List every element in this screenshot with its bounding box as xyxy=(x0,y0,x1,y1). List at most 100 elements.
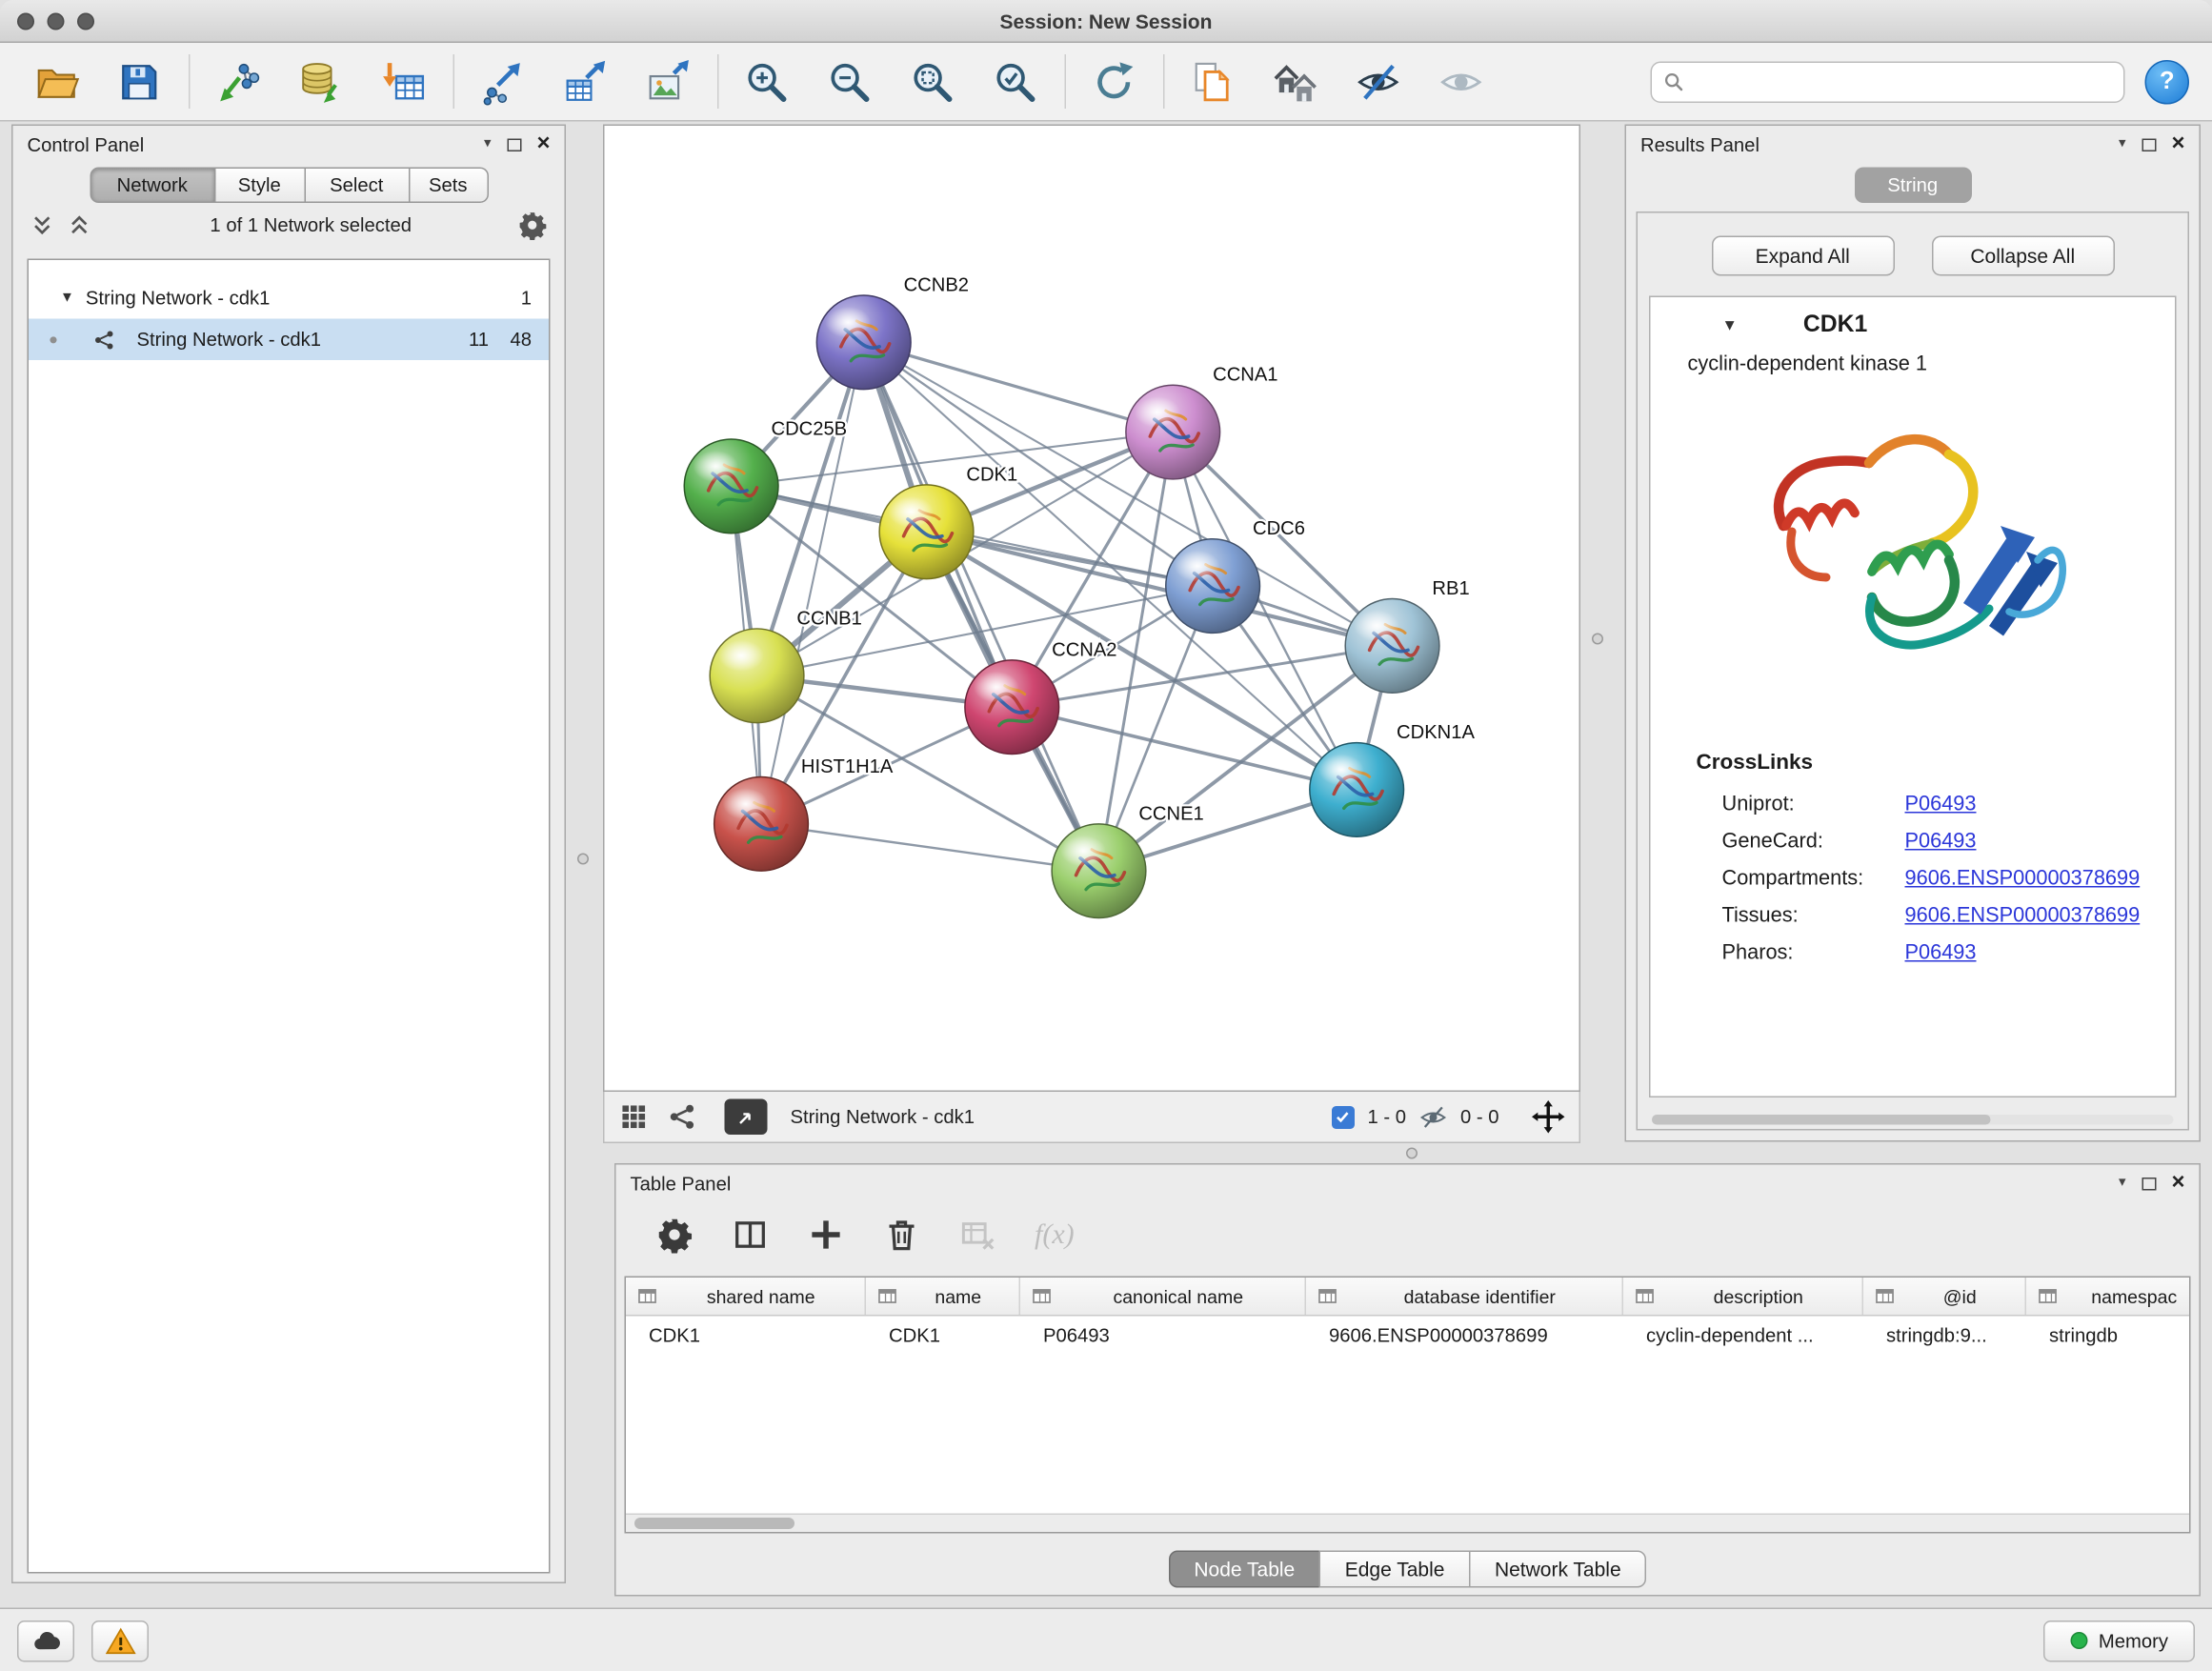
float-panel-icon[interactable] xyxy=(2142,1177,2156,1190)
zoom-out-button[interactable] xyxy=(816,49,882,114)
expand-all-networks-icon[interactable] xyxy=(68,212,92,237)
network-node-CDC6[interactable] xyxy=(1166,539,1260,634)
column-header-shared-name[interactable]: shared name xyxy=(626,1278,866,1315)
hide-selected-button[interactable] xyxy=(1345,49,1411,114)
column-header-namespac[interactable]: namespac xyxy=(2026,1278,2191,1315)
tab-edge-table[interactable]: Edge Table xyxy=(1319,1551,1471,1588)
zoom-fit-button[interactable] xyxy=(899,49,965,114)
network-node-CDKN1A[interactable] xyxy=(1310,743,1404,837)
open-session-button[interactable] xyxy=(23,49,89,114)
collapse-all-networks-icon[interactable] xyxy=(30,212,55,237)
column-header-canonical-name[interactable]: canonical name xyxy=(1020,1278,1306,1315)
network-node-CCNA2[interactable] xyxy=(965,660,1059,755)
splitter-handle[interactable] xyxy=(1406,1148,1418,1159)
close-panel-icon[interactable]: × xyxy=(536,133,550,156)
network-collection-row[interactable]: ▼ String Network - cdk1 1 xyxy=(29,277,549,319)
tab-string[interactable]: String xyxy=(1854,168,1971,204)
collapse-panel-icon[interactable]: ▾ xyxy=(2119,137,2126,151)
memory-button[interactable]: Memory xyxy=(2043,1620,2195,1661)
tab-network[interactable]: Network xyxy=(90,168,215,204)
crosslink-link[interactable]: 9606.ENSP00000378699 xyxy=(1905,868,2141,891)
network-node-CCNA1[interactable] xyxy=(1126,385,1220,479)
table-options-gear-icon[interactable] xyxy=(656,1217,694,1254)
network-node-CCNB2[interactable] xyxy=(816,295,911,390)
float-panel-icon[interactable] xyxy=(507,138,521,151)
tab-select[interactable]: Select xyxy=(304,168,410,204)
network-node-CDK1[interactable] xyxy=(879,485,974,579)
network-overview-icon[interactable] xyxy=(668,1102,698,1133)
splitter-handle[interactable] xyxy=(577,854,589,865)
network-svg[interactable]: CCNB2CCNA1CDC25BCDK1CDC6RB1CCNB1CCNA2CDK… xyxy=(605,126,1579,1091)
close-panel-icon[interactable]: × xyxy=(2171,133,2184,156)
delete-column-icon[interactable] xyxy=(883,1217,920,1254)
splitter-handle[interactable] xyxy=(1592,634,1603,645)
collapse-all-button[interactable]: Collapse All xyxy=(1931,236,2114,276)
network-node-CCNB1[interactable] xyxy=(710,629,804,723)
crosslink-link[interactable]: 9606.ENSP00000378699 xyxy=(1905,905,2141,928)
column-header--id[interactable]: @id xyxy=(1863,1278,2026,1315)
table-horizontal-scrollbar[interactable] xyxy=(626,1514,2189,1533)
add-column-icon[interactable] xyxy=(808,1217,845,1254)
collection-expand-icon[interactable]: ▼ xyxy=(60,291,74,307)
export-image-button[interactable] xyxy=(634,49,700,114)
import-network-file-button[interactable] xyxy=(205,49,271,114)
network-node-HIST1H1A[interactable] xyxy=(714,776,809,871)
show-columns-icon[interactable] xyxy=(732,1217,769,1254)
table-row[interactable]: CDK1CDK1P064939606.ENSP00000378699cyclin… xyxy=(626,1317,2189,1356)
warnings-button[interactable] xyxy=(91,1620,149,1661)
network-status-bar: String Network - cdk1 1 - 0 0 - 0 xyxy=(603,1092,1580,1143)
export-network-button[interactable] xyxy=(469,49,534,114)
network-canvas[interactable]: CCNB2CCNA1CDC25BCDK1CDC6RB1CCNB1CCNA2CDK… xyxy=(603,125,1580,1093)
results-scrollbar-thumb[interactable] xyxy=(1652,1115,1991,1125)
float-panel-icon[interactable] xyxy=(2142,138,2156,151)
network-edge[interactable] xyxy=(864,342,1099,871)
table-scrollbar-thumb[interactable] xyxy=(634,1518,794,1529)
pan-move-icon[interactable] xyxy=(1532,1100,1565,1134)
copy-document-button[interactable] xyxy=(1179,49,1245,114)
zoom-selected-button[interactable] xyxy=(982,49,1048,114)
tab-sets[interactable]: Sets xyxy=(408,168,488,204)
minimize-window-button[interactable] xyxy=(48,13,65,30)
selected-count-checkbox-icon[interactable] xyxy=(1332,1105,1355,1128)
network-node-CDC25B[interactable] xyxy=(684,439,778,534)
tab-network-table[interactable]: Network Table xyxy=(1469,1551,1647,1588)
network-edge[interactable] xyxy=(864,342,1174,432)
network-item-row[interactable]: ● String Network - cdk1 11 48 xyxy=(29,319,549,361)
crosslink-link[interactable]: P06493 xyxy=(1905,794,1977,816)
collapse-panel-icon[interactable]: ▾ xyxy=(484,137,492,151)
search-field[interactable] xyxy=(1651,61,2125,103)
results-scrollbar[interactable] xyxy=(1652,1115,2174,1125)
network-edge[interactable] xyxy=(1012,707,1357,790)
crosslink-link[interactable]: P06493 xyxy=(1905,942,1977,965)
network-node-RB1[interactable] xyxy=(1345,599,1439,694)
export-table-button[interactable] xyxy=(552,49,617,114)
zoom-in-button[interactable] xyxy=(734,49,799,114)
import-network-database-button[interactable] xyxy=(288,49,353,114)
cloud-services-button[interactable] xyxy=(17,1620,74,1661)
expand-all-button[interactable]: Expand All xyxy=(1711,236,1894,276)
close-panel-icon[interactable]: × xyxy=(2171,1172,2184,1195)
search-input[interactable] xyxy=(1694,70,2113,92)
grid-view-icon[interactable] xyxy=(619,1102,650,1133)
save-session-button[interactable] xyxy=(106,49,171,114)
column-header-description[interactable]: description xyxy=(1623,1278,1863,1315)
show-all-button[interactable] xyxy=(1428,49,1494,114)
close-window-button[interactable] xyxy=(17,13,34,30)
network-options-gear-icon[interactable] xyxy=(517,210,548,240)
zoom-window-button[interactable] xyxy=(77,13,94,30)
network-edge[interactable] xyxy=(761,342,864,824)
import-table-file-button[interactable] xyxy=(371,49,436,114)
help-button[interactable]: ? xyxy=(2145,59,2190,104)
tab-node-table[interactable]: Node Table xyxy=(1168,1551,1320,1588)
column-header-name[interactable]: name xyxy=(866,1278,1020,1315)
reset-view-button[interactable] xyxy=(1262,49,1328,114)
crosslink-link[interactable]: P06493 xyxy=(1905,831,1977,854)
protein-collapse-icon[interactable]: ▼ xyxy=(1722,316,1738,333)
collapse-panel-icon[interactable]: ▾ xyxy=(2119,1177,2126,1191)
refresh-view-button[interactable] xyxy=(1080,49,1146,114)
network-edge[interactable] xyxy=(761,824,1098,871)
birdseye-toggle-button[interactable] xyxy=(725,1099,768,1136)
tab-style[interactable]: Style xyxy=(213,168,305,204)
column-header-database-identifier[interactable]: database identifier xyxy=(1306,1278,1623,1315)
network-node-CCNE1[interactable] xyxy=(1052,824,1146,918)
